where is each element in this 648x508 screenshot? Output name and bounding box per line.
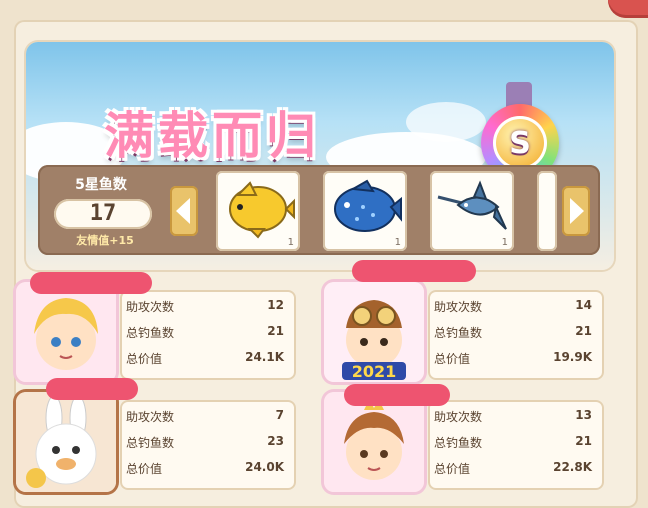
catch-row: 总钓鱼数 23 xyxy=(126,434,284,456)
player-card: 助攻次数 13 总钓鱼数 21 总价值 22.8K xyxy=(324,392,604,498)
redacted-name xyxy=(352,260,476,282)
assist-row: 助攻次数 13 xyxy=(434,408,592,430)
total-value: 22.8K xyxy=(553,460,592,474)
assist-label: 助攻次数 xyxy=(434,410,483,424)
catch-value: 21 xyxy=(575,434,592,448)
player-stats: 助攻次数 7 总钓鱼数 23 总价值 24.0K xyxy=(120,400,296,490)
value-label: 总价值 xyxy=(126,462,163,476)
assist-value: 7 xyxy=(275,408,284,422)
redacted-name xyxy=(344,384,450,406)
result-frame: 满载而归 S 5星鱼数 17 友情值+15 1 1 1 助攻次数 12 总钓鱼数… xyxy=(0,0,648,508)
player-card: 助攻次数 7 总钓鱼数 23 总价值 24.0K xyxy=(16,392,296,498)
assist-row: 助攻次数 14 xyxy=(434,298,592,320)
fish-count: 1 xyxy=(501,237,508,248)
fish-card[interactable]: 1 xyxy=(216,171,300,251)
rabbit-character-icon xyxy=(16,392,116,492)
catch-row: 总钓鱼数 21 xyxy=(126,324,284,346)
assist-row: 助攻次数 12 xyxy=(126,298,284,320)
value-row: 总价值 19.9K xyxy=(434,350,592,372)
assist-label: 助攻次数 xyxy=(434,300,483,314)
fish-card[interactable]: 1 xyxy=(323,171,407,251)
five-star-fish-count: 17 xyxy=(54,199,152,229)
friendship-reward: 友情值+15 xyxy=(76,234,134,247)
pilot-character-icon: 2021 xyxy=(324,282,424,382)
year-badge: 2021 xyxy=(352,362,397,381)
assist-label: 助攻次数 xyxy=(126,410,175,424)
value-label: 总价值 xyxy=(434,462,471,476)
catch-value: 21 xyxy=(267,324,284,338)
player-avatar xyxy=(16,392,116,492)
blue-fish-icon xyxy=(334,179,402,232)
five-star-fish-label: 5星鱼数 xyxy=(75,177,127,193)
catch-label: 总钓鱼数 xyxy=(126,326,175,340)
butterflyfish-icon xyxy=(229,181,295,239)
scroll-right-button[interactable] xyxy=(562,186,590,236)
close-button[interactable] xyxy=(608,0,648,18)
player-avatar xyxy=(16,282,116,382)
player-stats: 助攻次数 12 总钓鱼数 21 总价值 24.1K xyxy=(120,290,296,380)
rank-grade: S xyxy=(493,116,547,170)
catch-value: 23 xyxy=(267,434,284,448)
value-label: 总价值 xyxy=(434,352,471,366)
scroll-left-button[interactable] xyxy=(170,186,198,236)
brown-hair-character-icon xyxy=(324,392,424,492)
value-row: 总价值 24.1K xyxy=(126,350,284,372)
cloud-decoration xyxy=(406,102,486,142)
assist-value: 12 xyxy=(267,298,284,312)
catch-row: 总钓鱼数 21 xyxy=(434,434,592,456)
total-value: 24.1K xyxy=(245,350,284,364)
player-avatar xyxy=(324,392,424,492)
redacted-name xyxy=(46,378,138,400)
fish-count: 1 xyxy=(394,237,401,248)
fish-card-partial[interactable] xyxy=(537,171,557,251)
value-label: 总价值 xyxy=(126,352,163,366)
result-title: 满载而归 xyxy=(104,106,320,165)
player-stats: 助攻次数 13 总钓鱼数 21 总价值 22.8K xyxy=(428,400,604,490)
value-row: 总价值 24.0K xyxy=(126,460,284,482)
player-card: 2021 助攻次数 14 总钓鱼数 21 总价值 19.9K xyxy=(324,282,604,388)
catch-value: 21 xyxy=(575,324,592,338)
total-value: 24.0K xyxy=(245,460,284,474)
blonde-character-icon xyxy=(16,282,116,382)
assist-value: 14 xyxy=(575,298,592,312)
player-stats: 助攻次数 14 总钓鱼数 21 总价值 19.9K xyxy=(428,290,604,380)
player-avatar: 2021 xyxy=(324,282,424,382)
redacted-name xyxy=(30,272,152,294)
catch-row: 总钓鱼数 21 xyxy=(434,324,592,346)
value-row: 总价值 22.8K xyxy=(434,460,592,482)
catch-label: 总钓鱼数 xyxy=(434,326,483,340)
catch-label: 总钓鱼数 xyxy=(434,436,483,450)
total-value: 19.9K xyxy=(553,350,592,364)
catch-label: 总钓鱼数 xyxy=(126,436,175,450)
assist-row: 助攻次数 7 xyxy=(126,408,284,430)
swordfish-icon xyxy=(437,180,507,230)
fish-card[interactable]: 1 xyxy=(430,171,514,251)
assist-label: 助攻次数 xyxy=(126,300,175,314)
fish-count: 1 xyxy=(287,237,294,248)
assist-value: 13 xyxy=(575,408,592,422)
player-card: 助攻次数 12 总钓鱼数 21 总价值 24.1K xyxy=(16,282,296,388)
